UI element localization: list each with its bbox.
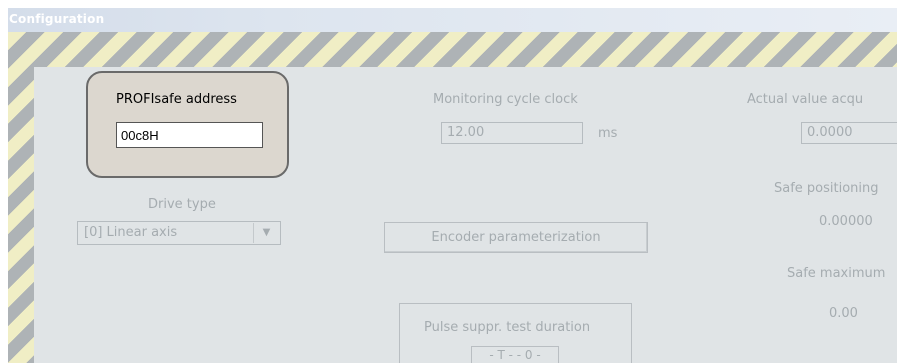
title-bar: Configuration bbox=[8, 8, 897, 32]
safe-maximum-label: Safe maximum bbox=[787, 266, 886, 281]
pulse-suppression-label: Pulse suppr. test duration bbox=[424, 320, 591, 335]
safe-positioning-label: Safe positioning bbox=[774, 181, 879, 196]
drive-type-label: Drive type bbox=[148, 197, 216, 212]
actual-value-acquisition-label: Actual value acqu bbox=[747, 92, 864, 107]
monitoring-cycle-clock-unit: ms bbox=[598, 126, 618, 141]
profisafe-address-label: PROFIsafe address bbox=[116, 92, 237, 107]
drive-type-select[interactable]: [0] Linear axis ▼ bbox=[77, 221, 281, 245]
pulse-suppression-field[interactable]: - T - - 0 - bbox=[471, 346, 559, 363]
window-title: Configuration bbox=[9, 12, 105, 26]
actual-value-acquisition-field[interactable]: 0.0000 bbox=[801, 122, 897, 144]
monitoring-cycle-clock-field[interactable]: 12.00 bbox=[441, 122, 583, 144]
safe-maximum-value: 0.00 bbox=[829, 306, 858, 321]
encoder-parameterization-button[interactable]: Encoder parameterization bbox=[384, 222, 648, 253]
safe-positioning-value: 0.00000 bbox=[819, 214, 873, 229]
dropdown-arrow-icon[interactable]: ▼ bbox=[253, 223, 279, 243]
drive-type-selected-value: [0] Linear axis bbox=[84, 225, 178, 240]
monitoring-cycle-clock-label: Monitoring cycle clock bbox=[433, 92, 578, 107]
profisafe-address-input[interactable] bbox=[116, 122, 263, 148]
